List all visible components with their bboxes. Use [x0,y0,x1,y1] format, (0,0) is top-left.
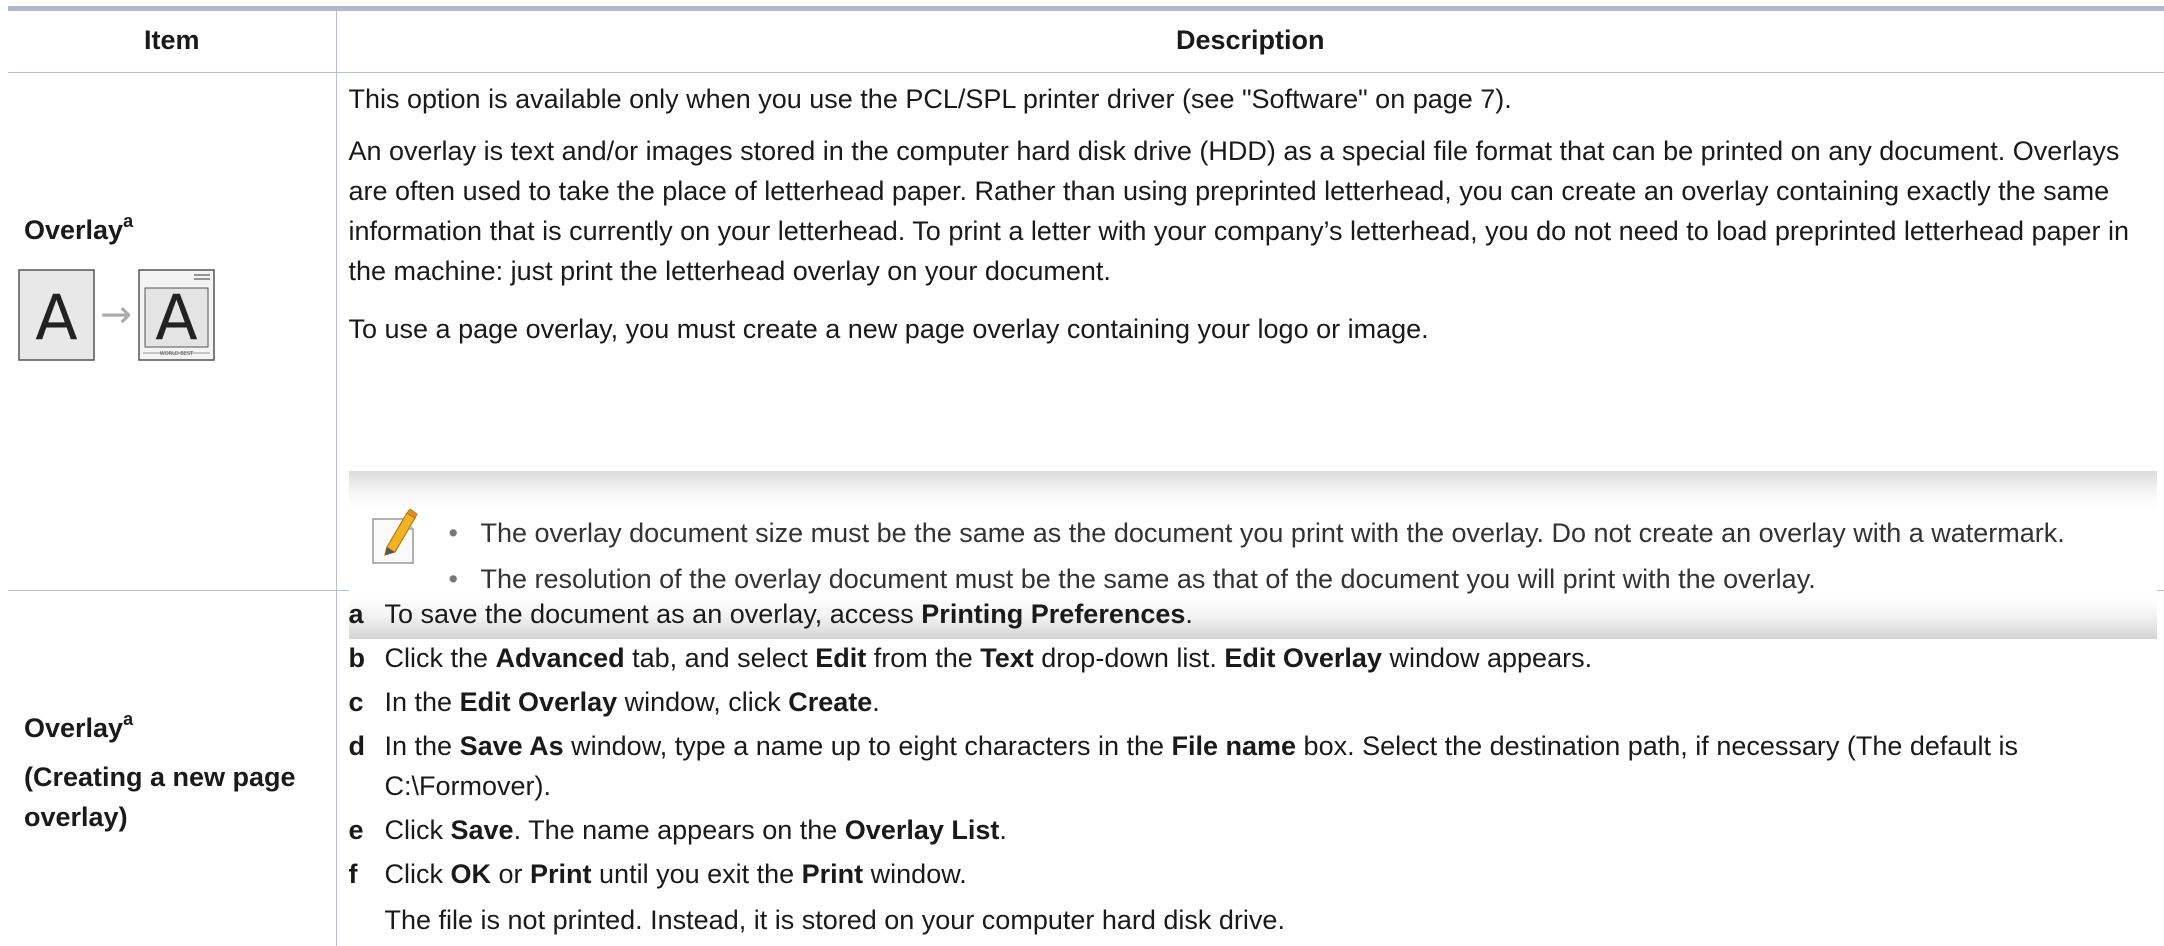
item-cell-overlay: Overlaya A → A WORLD BEST [8,72,337,591]
final-note: The file is not printed. Instead, it is … [384,904,1285,935]
item-title-text: Overlay [24,712,124,743]
footnote-marker: a [123,210,134,231]
item-subtitle-create: (Creating a new page overlay) [24,761,296,832]
item-cell-create-overlay: Overlaya (Creating a new page overlay) [8,590,337,946]
note-bullet-1: • The overlay document size must be the s… [449,515,2065,551]
step-text: Click OK or Print until you exit the Pri… [384,858,967,889]
plain-page-letter: A [35,281,77,354]
overlay-footer-text: WORLD BEST [160,351,194,357]
step-letter: d [348,730,366,761]
step-letter: f [348,858,358,889]
step-text: In the Edit Overlay window, click Create… [384,686,880,717]
footnote-marker: a [123,708,134,729]
paragraph-overlay-definition: An overlay is text and/or images stored … [348,135,2130,286]
header-description: Description [336,10,2164,73]
note-bullet-text: The resolution of the overlay document m… [480,563,1816,594]
step-text: To save the document as an overlay, acce… [384,598,1193,629]
note-bullet-text: The overlay document size must be the sa… [480,517,2065,548]
overlay-description-table: Item Description Overlaya A → A WORLD BE… [8,10,2164,946]
step-letter: c [348,686,364,717]
overlay-page-letter: A [155,281,197,354]
header-item: Item [8,10,337,73]
arrow-right-icon: → [100,292,132,336]
item-title-overlay: Overlaya [24,210,134,247]
item-title-text: Overlay [24,214,124,245]
step-letter: e [348,814,364,845]
item-title-create: Overlaya [24,708,134,745]
step-text: Click the Advanced tab, and select Edit … [384,642,1593,673]
table-row-overlay: Overlaya A → A WORLD BEST This option is… [8,72,2164,639]
paragraph-availability: This option is available only when you u… [348,83,1512,114]
paragraph-usage: To use a page overlay, you must create a… [348,313,1429,344]
note-pencil-icon [371,508,418,564]
bullet-icon: • [448,517,458,548]
step-text: Click Save. The name appears on the Over… [384,814,1007,845]
step-letter: a [348,598,364,629]
overlay-illustration: A → A WORLD BEST [18,268,215,361]
description-cell-create-overlay: a To save the document as an overlay, acc… [336,590,2164,946]
table-header-row: Item Description [8,10,2164,73]
table-row-create-overlay: Overlaya (Creating a new page overlay) a… [8,590,2164,946]
step-letter: b [348,642,366,673]
description-cell-overlay: This option is available only when you u… [336,72,2164,639]
step-text: In the Save As window, type a name up to… [384,730,2018,801]
